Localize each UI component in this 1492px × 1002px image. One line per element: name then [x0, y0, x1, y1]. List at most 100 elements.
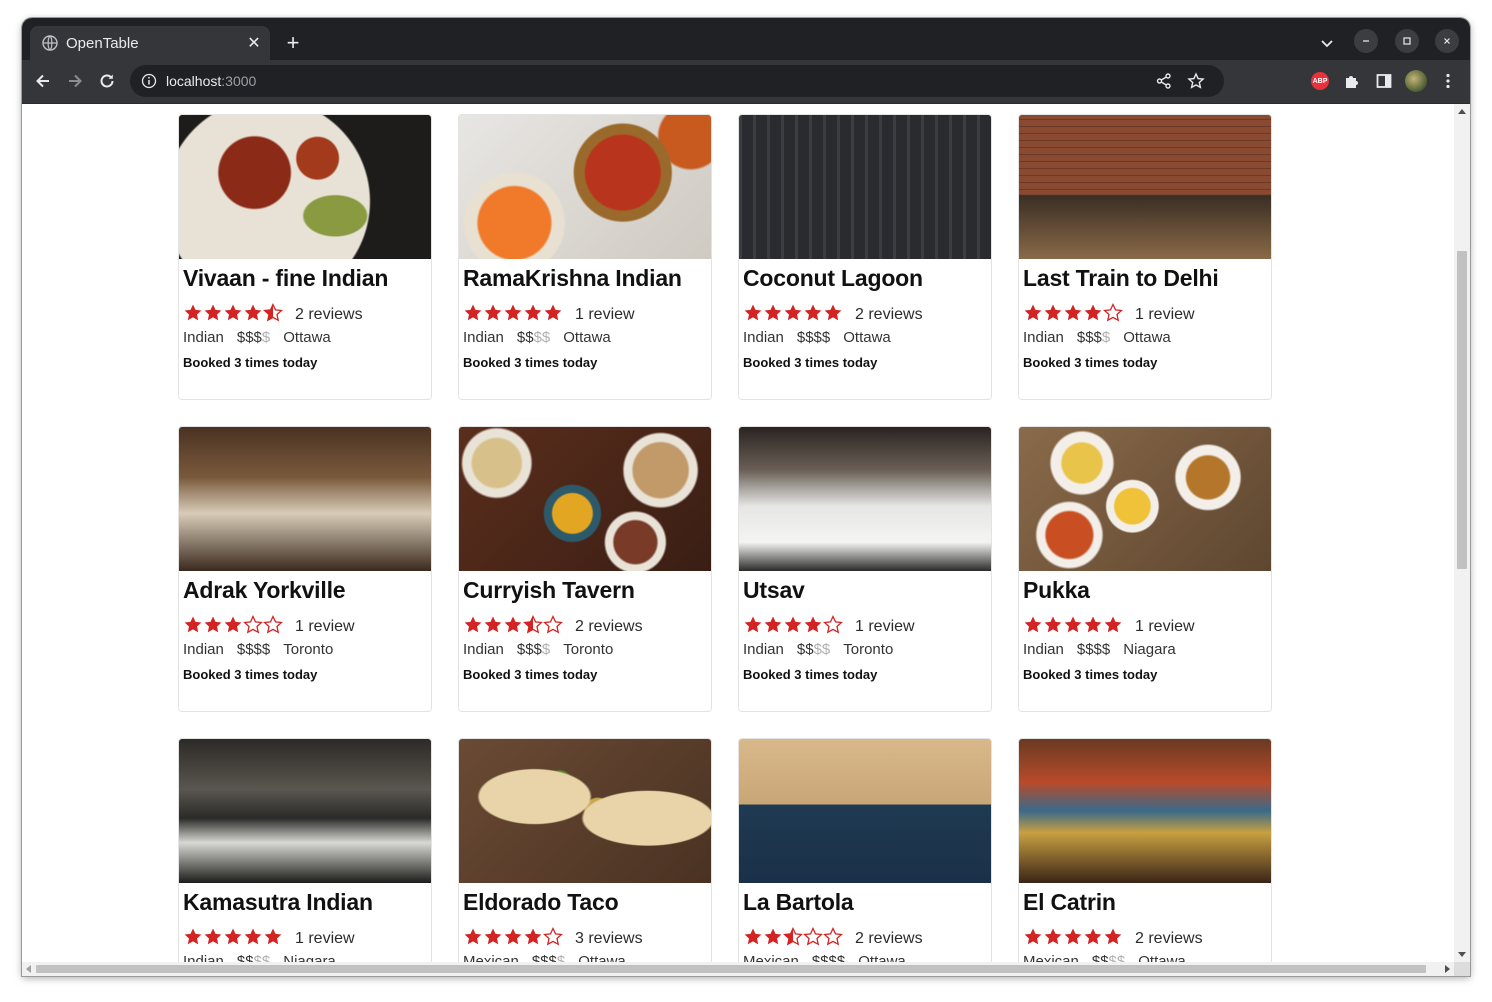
- vertical-scrollbar[interactable]: [1454, 104, 1470, 962]
- price-inactive: $$: [533, 328, 551, 346]
- restaurant-photo[interactable]: [1019, 427, 1271, 571]
- restaurant-card[interactable]: Eldorado Taco3 reviewsMexican$$$$OttawaB…: [458, 738, 712, 962]
- info-icon[interactable]: [140, 72, 158, 90]
- puzzle-icon[interactable]: [1337, 66, 1367, 96]
- star-full-icon: [184, 616, 202, 633]
- restaurant-card[interactable]: La Bartola2 reviewsMexican$$$$OttawaBook…: [738, 738, 992, 962]
- cuisine-label: Mexican: [463, 952, 519, 963]
- star-full-icon: [184, 304, 202, 321]
- review-count: 3 reviews: [575, 929, 643, 947]
- location-label: Toronto: [283, 640, 334, 658]
- restaurant-card[interactable]: Pukka 1 review Indian $$$$ Niagara Booked 3 t…: [1018, 426, 1272, 712]
- star-empty-icon: [263, 615, 283, 634]
- restaurant-photo[interactable]: [179, 427, 431, 571]
- restaurant-card[interactable]: Coconut Lagoon 2 reviews Indian $$$$ Ottawa B…: [738, 114, 992, 400]
- restaurant-meta: Indian $$$$ Ottawa: [183, 327, 431, 347]
- browser-window: OpenTable ✕ + localhost:3000 ABP Vivaan …: [22, 18, 1470, 976]
- location-label: Toronto: [843, 640, 894, 658]
- restaurant-card[interactable]: Adrak Yorkville 1 review Indian $$$$ Toronto…: [178, 426, 432, 712]
- window-close-icon[interactable]: [1435, 29, 1459, 53]
- restaurant-name[interactable]: Pukka: [1023, 577, 1271, 604]
- review-count: 1 review: [1135, 617, 1195, 635]
- rating-row: 1 review: [183, 614, 431, 636]
- kebab-menu-icon[interactable]: [1433, 66, 1463, 96]
- restaurant-name[interactable]: Curryish Tavern: [463, 577, 711, 604]
- scroll-right-arrow[interactable]: [1445, 965, 1450, 973]
- abp-icon[interactable]: ABP: [1305, 66, 1335, 96]
- horizontal-scroll-thumb[interactable]: [36, 965, 1426, 973]
- star-rating: [743, 303, 843, 323]
- restaurant-photo[interactable]: [459, 115, 711, 259]
- chevron-down-icon[interactable]: [1314, 30, 1340, 56]
- minimize-icon[interactable]: [1354, 29, 1378, 53]
- price-active: $$$: [531, 952, 557, 963]
- arrow-right-icon[interactable]: [60, 66, 90, 96]
- restaurant-photo[interactable]: [459, 427, 711, 571]
- restaurant-name[interactable]: La Bartola: [743, 889, 991, 916]
- restaurant-photo[interactable]: [739, 427, 991, 571]
- star-rating: [463, 615, 563, 635]
- restaurant-photo[interactable]: [179, 115, 431, 259]
- rating-row: 1 review: [183, 926, 431, 948]
- restaurant-card[interactable]: Last Train to Delhi 1 review Indian $$$$ Ott…: [1018, 114, 1272, 400]
- reload-icon[interactable]: [92, 66, 122, 96]
- cuisine-label: Indian: [463, 640, 504, 658]
- restaurant-meta: Indian $$$$ Niagara: [183, 951, 431, 963]
- tab-opentable[interactable]: OpenTable ✕: [30, 26, 270, 60]
- vertical-scroll-thumb[interactable]: [1457, 251, 1467, 569]
- side-panel-icon[interactable]: [1369, 66, 1399, 96]
- star-full-icon: [1024, 616, 1042, 633]
- restaurant-name[interactable]: Eldorado Taco: [463, 889, 711, 916]
- restaurant-meta: Indian $$$$ Toronto: [463, 639, 711, 659]
- star-full-icon: [1044, 928, 1062, 945]
- rating-row: 2 reviews: [1023, 926, 1271, 948]
- restaurant-photo[interactable]: [739, 739, 991, 883]
- location-label: Ottawa: [563, 328, 611, 346]
- restaurant-card[interactable]: RamaKrishna Indian 1 review Indian $$$$ Otta…: [458, 114, 712, 400]
- star-full-icon: [464, 304, 482, 321]
- scroll-up-arrow[interactable]: [1458, 109, 1466, 114]
- share-icon[interactable]: [1152, 69, 1176, 93]
- star-full-icon: [1044, 304, 1062, 321]
- restaurant-name[interactable]: Vivaan - fine Indian: [183, 265, 431, 292]
- restaurant-card[interactable]: Curryish Tavern 2 reviews Indian $$$$ Toront…: [458, 426, 712, 712]
- star-full-icon: [1044, 616, 1062, 633]
- restaurant-photo[interactable]: [1019, 115, 1271, 259]
- restaurant-photo[interactable]: [1019, 739, 1271, 883]
- star-full-icon: [1064, 616, 1082, 633]
- cuisine-label: Indian: [743, 328, 784, 346]
- restaurant-name[interactable]: Coconut Lagoon: [743, 265, 991, 292]
- booked-count: Booked 3 times today: [743, 667, 878, 682]
- restaurant-card[interactable]: Utsav 1 review Indian $$$$ Toronto Booked 3 t…: [738, 426, 992, 712]
- scroll-left-arrow[interactable]: [26, 965, 31, 973]
- plus-icon[interactable]: +: [280, 30, 306, 56]
- restaurant-card[interactable]: El Catrin2 reviewsMexican$$$$OttawaBooke…: [1018, 738, 1272, 962]
- star-full-icon: [1024, 304, 1042, 321]
- star-full-icon: [504, 304, 522, 321]
- price-inactive: $: [541, 640, 551, 658]
- restaurant-name[interactable]: Utsav: [743, 577, 991, 604]
- restaurant-card[interactable]: Vivaan - fine Indian 2 reviews Indian $$$$ O…: [178, 114, 432, 400]
- restaurant-photo[interactable]: [739, 115, 991, 259]
- star-full-icon: [784, 616, 802, 633]
- booked-count: Booked 3 times today: [183, 667, 318, 682]
- close-icon[interactable]: ✕: [240, 29, 268, 57]
- avatar-icon[interactable]: [1401, 66, 1431, 96]
- arrow-left-icon[interactable]: [28, 66, 58, 96]
- star-outline-icon[interactable]: [1184, 69, 1208, 93]
- restaurant-photo[interactable]: [459, 739, 711, 883]
- scroll-down-arrow[interactable]: [1458, 952, 1466, 957]
- restaurant-name[interactable]: Kamasutra Indian: [183, 889, 431, 916]
- address-bar[interactable]: localhost:3000: [130, 65, 1224, 97]
- restaurant-photo[interactable]: [179, 739, 431, 883]
- restaurant-name[interactable]: Adrak Yorkville: [183, 577, 431, 604]
- maximize-icon[interactable]: [1395, 29, 1419, 53]
- star-empty-icon: [823, 927, 843, 946]
- horizontal-scrollbar[interactable]: [22, 962, 1454, 976]
- restaurant-card[interactable]: Kamasutra Indian 1 review Indian $$$$ Niagar…: [178, 738, 432, 962]
- review-count: 2 reviews: [295, 305, 363, 323]
- price-active: $$: [1091, 952, 1109, 963]
- restaurant-name[interactable]: El Catrin: [1023, 889, 1271, 916]
- restaurant-name[interactable]: RamaKrishna Indian: [463, 265, 711, 292]
- restaurant-name[interactable]: Last Train to Delhi: [1023, 265, 1271, 292]
